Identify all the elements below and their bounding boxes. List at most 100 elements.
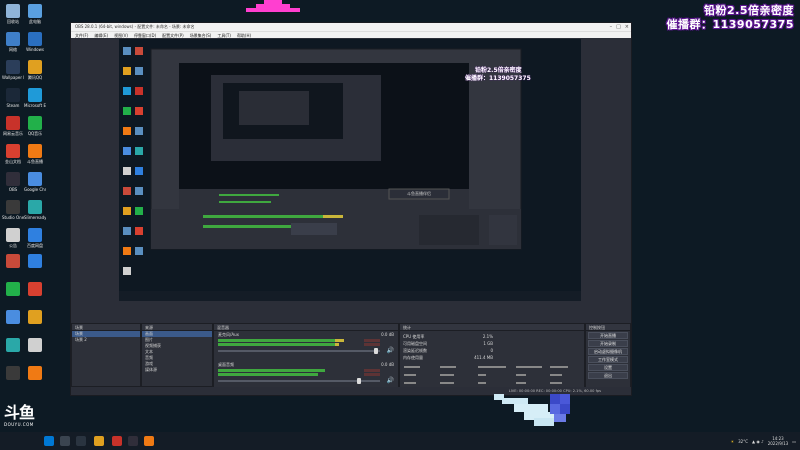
clock[interactable]: 14:23 2022/9/13 <box>768 436 789 446</box>
menu-item[interactable]: 帮助(H) <box>237 32 251 38</box>
app-icon <box>28 4 42 18</box>
clock-date: 2022/9/13 <box>767 441 789 446</box>
desktop-icon[interactable]: 公告 <box>2 228 24 248</box>
desktop-icon[interactable]: Steam <box>2 88 24 108</box>
desktop-icon[interactable] <box>24 366 46 380</box>
control-button[interactable]: 开始直播 <box>588 332 628 339</box>
desktop-icon[interactable]: QQ音乐 <box>24 116 46 136</box>
volume-slider[interactable] <box>218 378 380 384</box>
obs-menubar: 文件(F) 编辑(E) 视图(V) 停靠窗口(D) 配置文件(P) 场景集合(S) 工具(T… <box>71 31 631 38</box>
desktop-icon[interactable]: Slimeready <box>24 200 46 220</box>
app-icon <box>28 282 42 296</box>
volume-slider[interactable] <box>218 348 380 354</box>
menu-item[interactable]: 工具(T) <box>217 32 231 38</box>
desktop-icon[interactable]: Wallpaper Engine <box>2 60 24 80</box>
menu-item[interactable]: 配置文件(P) <box>162 32 184 38</box>
obs-window-title: OBS 28.0.1 (64-bit, windows) - 配置文件: 未命名… <box>75 24 195 29</box>
douyu-taskbar-icon[interactable] <box>144 436 154 446</box>
app-icon <box>6 366 20 380</box>
control-button[interactable]: 启动虚拟摄像机 <box>588 348 628 355</box>
system-tray: ☀ 32°C ▲ ◉ ♪ 14:23 2022/9/13 ▭ <box>731 432 796 450</box>
app-icon <box>28 254 42 268</box>
meter-red <box>363 339 380 342</box>
desktop-icon-label: 此电脑 <box>29 19 41 24</box>
desktop-icon[interactable]: 网易云音乐 <box>2 116 24 136</box>
speaker-icon[interactable]: 🔊 <box>387 347 394 354</box>
desktop-icon[interactable] <box>2 338 24 352</box>
maximize-icon[interactable]: □ <box>616 23 621 31</box>
app-icon[interactable] <box>112 436 122 446</box>
app-icon <box>6 116 20 130</box>
desktop-icon[interactable] <box>24 338 46 352</box>
menu-item[interactable]: 场景集合(S) <box>190 32 212 38</box>
notification-icon[interactable]: ▭ <box>792 439 796 444</box>
sources-dock: 来源 画面图片视频捕获文本音频游戏媒体源 + − ⚙ ∧ ∨ <box>141 323 213 395</box>
minimize-icon[interactable]: – <box>610 23 613 31</box>
control-button[interactable]: 退出 <box>588 372 628 379</box>
meter-yellow <box>334 339 345 342</box>
start-icon[interactable] <box>44 436 54 446</box>
desktop-icon[interactable]: Windows <box>24 32 46 52</box>
desktop-icon[interactable] <box>24 310 46 324</box>
weather-icon[interactable]: ☀ <box>731 439 735 444</box>
close-icon[interactable]: × <box>625 23 629 31</box>
app-icon <box>6 228 20 242</box>
desktop-icon[interactable]: 百度网盘 <box>24 228 46 248</box>
desktop-icon[interactable]: 网络 <box>2 32 24 52</box>
search-icon[interactable] <box>60 436 70 446</box>
desktop-icon[interactable]: 金山文档 <box>2 144 24 164</box>
desktop-icon[interactable] <box>2 282 24 296</box>
desktop-icon[interactable]: 此电脑 <box>24 4 46 24</box>
volume-knob[interactable] <box>357 378 362 384</box>
mixer-title: 混音器 <box>214 324 398 331</box>
obs-taskbar-icon[interactable] <box>128 436 138 446</box>
desktop-icon[interactable] <box>24 282 46 296</box>
desktop-icon[interactable]: Studio One <box>2 200 24 220</box>
audio-meter <box>218 369 380 372</box>
speaker-icon[interactable]: 🔊 <box>387 377 394 384</box>
tray-icons[interactable]: ▲ ◉ ♪ <box>752 439 764 444</box>
obs-window[interactable]: OBS 28.0.1 (64-bit, windows) - 配置文件: 未命名… <box>70 22 632 396</box>
control-button[interactable]: 设置 <box>588 364 628 371</box>
app-icon <box>6 172 20 186</box>
obs-preview[interactable]: 斗鱼直播伴侣 铅粉2.5倍亲密度 催播群：1139057375 <box>119 39 581 301</box>
menu-item[interactable]: 文件(F) <box>75 32 88 38</box>
desktop-icon[interactable] <box>2 366 24 380</box>
app-icon <box>6 338 20 352</box>
control-button[interactable]: 开始录制 <box>588 340 628 347</box>
desktop-icon-label: 金山文档 <box>5 159 21 164</box>
desktop-icon-label: OBS <box>8 187 18 192</box>
desktop-icon-label: Wallpaper Engine <box>2 75 24 80</box>
control-button[interactable]: 工作室模式 <box>588 356 628 363</box>
volume-knob[interactable] <box>373 348 378 354</box>
desktop-icon[interactable]: 回收站 <box>2 4 24 24</box>
meter-red <box>363 373 380 376</box>
app-icon <box>6 60 20 74</box>
desktop-icon[interactable] <box>2 310 24 324</box>
mixer-channel: 桌面音频 0.0 dB 🔊 <box>214 362 398 390</box>
menu-item[interactable]: 编辑(E) <box>94 32 108 38</box>
scene-item[interactable]: 场景 2 <box>72 337 140 343</box>
app-icon <box>28 310 42 324</box>
file-explorer-icon[interactable] <box>94 436 104 446</box>
audio-meter <box>218 339 380 342</box>
desktop-icon[interactable] <box>24 254 46 268</box>
mixer-channel-db: 0.0 dB <box>381 332 394 337</box>
desktop-icon[interactable]: 斗鱼直播 <box>24 144 46 164</box>
desktop-icon[interactable]: Google Chrome <box>24 172 46 192</box>
desktop-icon[interactable] <box>2 254 24 268</box>
obs-titlebar[interactable]: OBS 28.0.1 (64-bit, windows) - 配置文件: 未命名… <box>71 23 631 31</box>
app-icon <box>28 88 42 102</box>
source-item[interactable]: 媒体源 <box>142 367 212 373</box>
desktop-icon[interactable]: Microsoft Edge <box>24 88 46 108</box>
mixer-channel-name: 麦克风/Aux <box>218 332 239 337</box>
desktop-icon[interactable]: OBS <box>2 172 24 192</box>
desktop-icon-label: 百度网盘 <box>27 243 43 248</box>
menu-item[interactable]: 停靠窗口(D) <box>134 32 156 38</box>
douyu-logo: 斗鱼 DOUYU.COM <box>4 404 52 434</box>
task-view-icon[interactable] <box>76 436 86 446</box>
desktop-icon[interactable]: 腾讯QQ <box>24 60 46 80</box>
menu-item[interactable]: 视图(V) <box>114 32 128 38</box>
stats-table-graphic <box>404 366 568 384</box>
meter-green <box>218 339 335 342</box>
